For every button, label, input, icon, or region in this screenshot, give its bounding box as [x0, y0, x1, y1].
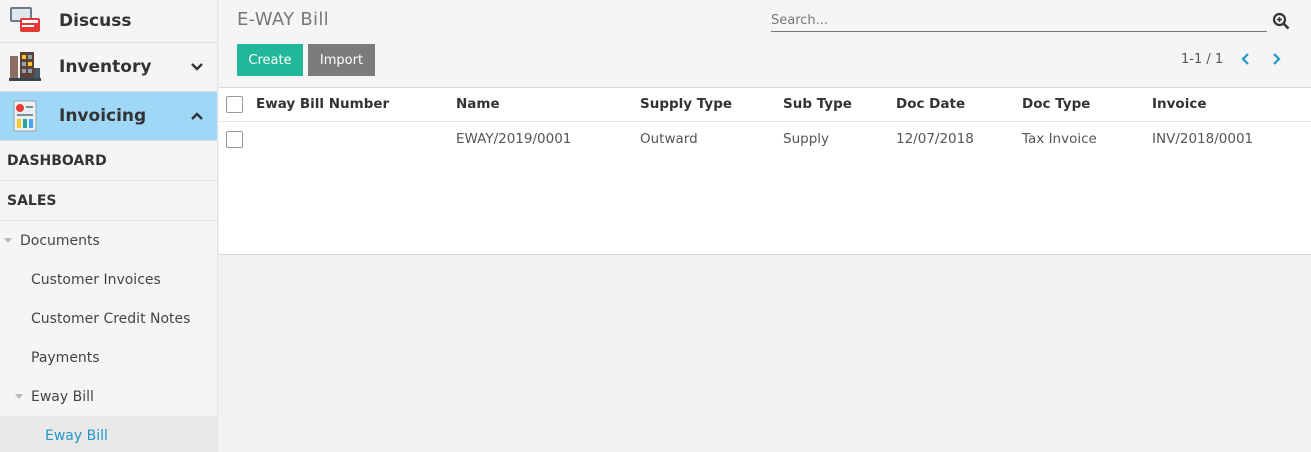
discuss-icon [10, 7, 40, 32]
select-all-checkbox[interactable] [226, 95, 243, 113]
import-button[interactable]: Import [308, 44, 375, 76]
select-all-cell [219, 88, 256, 122]
cell-invoice: INV/2018/0001 [1152, 131, 1254, 148]
create-button[interactable]: Create [237, 44, 303, 76]
column-header-name[interactable]: Name [456, 88, 640, 122]
app-label-invoicing: Invoicing [59, 106, 147, 126]
sidebar: Discuss Inventory Invoicing DASHBOARD SA… [0, 0, 218, 452]
column-header-invoice[interactable]: Invoice [1152, 88, 1311, 122]
caret-down-icon [4, 238, 12, 243]
menu-eway-bill[interactable]: Eway Bill [0, 416, 217, 452]
column-header-supply-type[interactable]: Supply Type [640, 88, 783, 122]
chevron-right-icon[interactable] [1269, 51, 1283, 67]
app-discuss[interactable]: Discuss [0, 0, 217, 43]
search-plus-icon[interactable] [1272, 12, 1290, 30]
menu-payments[interactable]: Payments [0, 338, 217, 377]
inventory-icon [9, 52, 41, 81]
menu-customer-invoices[interactable]: Customer Invoices [0, 260, 217, 299]
cell-supply-type: Outward [640, 131, 698, 148]
menu-sales[interactable]: SALES [0, 181, 217, 221]
row-select-cell [219, 121, 256, 157]
column-header-doc-date[interactable]: Doc Date [896, 88, 1022, 122]
search-bar [771, 10, 1267, 32]
app-label-inventory: Inventory [59, 57, 152, 77]
column-header-eway-bill-number[interactable]: Eway Bill Number [256, 88, 456, 122]
table-header-row: Eway Bill Number Name Supply Type Sub Ty… [219, 88, 1311, 122]
cell-name: EWAY/2019/0001 [456, 131, 572, 148]
column-header-sub-type[interactable]: Sub Type [783, 88, 896, 122]
list-view: Eway Bill Number Name Supply Type Sub Ty… [219, 88, 1311, 255]
cell-eway-bill-number [256, 121, 456, 157]
column-header-doc-type[interactable]: Doc Type [1022, 88, 1152, 122]
menu-documents-label: Documents [20, 232, 100, 249]
app-label-discuss: Discuss [59, 11, 132, 31]
menu-eway-bill-group[interactable]: Eway Bill [0, 377, 217, 416]
chevron-up-icon [191, 112, 203, 120]
app-invoicing[interactable]: Invoicing [0, 92, 217, 141]
table-row[interactable]: EWAY/2019/0001 Outward Supply 12/07/2018… [219, 121, 1311, 157]
caret-down-icon [15, 394, 23, 399]
search-input[interactable] [771, 10, 1267, 30]
menu-customer-credit-notes[interactable]: Customer Credit Notes [0, 299, 217, 338]
menu-eway-bill-group-label: Eway Bill [31, 388, 94, 405]
row-checkbox[interactable] [226, 130, 243, 148]
main-content: E-WAY Bill Create Import 1-1 / 1 Eway Bi… [219, 0, 1311, 452]
menu-documents[interactable]: Documents [0, 221, 217, 260]
chevron-down-icon [191, 63, 203, 71]
page-title: E-WAY Bill [237, 9, 329, 30]
cell-doc-date: 12/07/2018 [896, 131, 974, 148]
cell-doc-type: Tax Invoice [1022, 131, 1097, 148]
invoicing-icon [13, 100, 37, 132]
menu-dashboard[interactable]: DASHBOARD [0, 141, 217, 181]
pager-value[interactable]: 1-1 / 1 [1181, 52, 1223, 67]
chevron-left-icon[interactable] [1239, 51, 1253, 67]
cell-sub-type: Supply [783, 131, 830, 148]
app-inventory[interactable]: Inventory [0, 43, 217, 92]
eway-bill-table: Eway Bill Number Name Supply Type Sub Ty… [219, 88, 1311, 157]
control-panel: E-WAY Bill Create Import 1-1 / 1 [219, 0, 1311, 88]
